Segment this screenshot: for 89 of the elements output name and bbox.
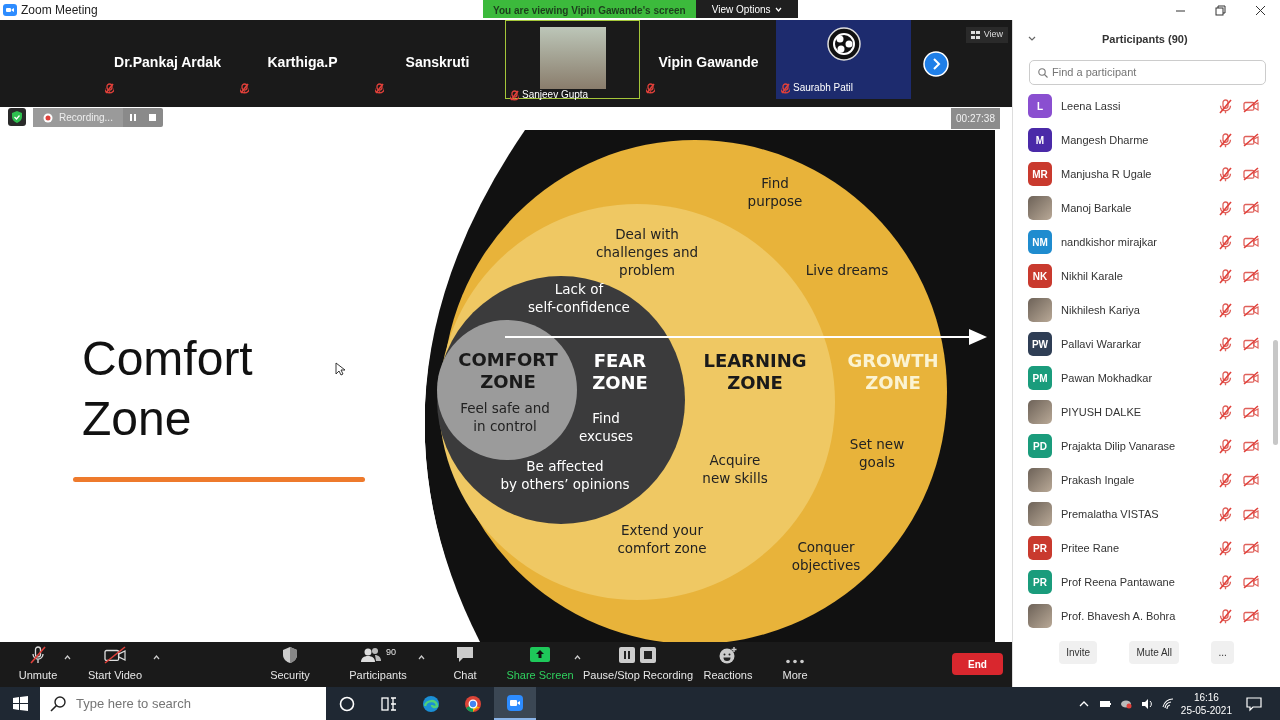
participant-name: Nikhil Karale [1061,268,1124,284]
diagram-note: Find purpose [747,175,803,209]
participant-name: Sanskruti [404,53,471,72]
diagram-note: Acquire new skills [702,452,768,486]
dots-toolbar-button[interactable]: More [770,657,820,687]
panel-button[interactable]: Mute All [1129,641,1180,664]
participant-count: 90 [386,645,396,659]
people-toolbar-button[interactable]: 90 Participants [338,644,418,687]
share-toolbar-button[interactable]: Share Screen [502,644,578,687]
participant-name: Pawan Mokhadkar [1061,370,1154,386]
participant-row[interactable]: PR Prof Reena Pantawane [1013,565,1280,599]
participant-row[interactable]: PIYUSH DALKE [1013,395,1280,429]
initials-avatar: M [1028,128,1052,152]
panel-button[interactable]: Invite [1059,641,1098,664]
participant-name: Mangesh Dharme [1061,132,1150,148]
diagram-note: Be affected by others’ opinions [500,458,630,492]
share-banner: You are viewing Vipin Gawande's screen [483,0,696,18]
record-toolbar-button[interactable]: Pause/Stop Recording [576,644,700,687]
participant-row[interactable]: NM nandkishor mirajkar [1013,225,1280,259]
slide-title: Comfort Zone [82,331,254,447]
participant-name: Manjusha R Ugale [1061,166,1153,182]
initials-avatar: PW [1028,332,1052,356]
participant-name: Pallavi Wararkar [1061,336,1143,352]
participant-name: Saurabh Patil [793,82,854,94]
participant-name: Prajakta Dilip Vanarase [1061,438,1177,454]
participant-name: Pritee Rane [1061,540,1121,556]
taskbar-date: 25-05-2021 [1180,703,1232,717]
initials-avatar: L [1028,94,1052,118]
participant-name: PIYUSH DALKE [1061,404,1143,420]
diagram-note: Conquer objectives [791,539,861,573]
participant-name: Dr.Pankaj Ardak [113,53,222,72]
diagram-note: Live dreams [805,262,889,278]
recording-label: Recording... [59,111,113,125]
chat-toolbar-button[interactable]: Chat [440,644,490,687]
participant-row[interactable]: Prakash Ingale [1013,463,1280,497]
diagram-note: Lack of self-confidence [528,281,630,315]
diagram-note: Extend your comfort zone [617,522,707,556]
participant-name: Vipin Gawande [657,53,760,72]
participant-row[interactable]: Nikhilesh Kariya [1013,293,1280,327]
view-button[interactable]: View [965,27,1008,43]
participant-row[interactable]: Premalatha VISTAS [1013,497,1280,531]
participant-name: Sanjeev Gupta [522,89,589,101]
participant-row[interactable]: PW Pallavi Wararkar [1013,327,1280,361]
meeting-timer: 00:27:38 [951,108,1000,129]
diagram-note: Feel safe and in control [460,400,550,434]
zone-label: LEARNING ZONE [703,350,807,393]
zone-label: COMFORT ZONE [458,349,558,392]
participant-row[interactable]: MR Manjusha R Ugale [1013,157,1280,191]
initials-avatar: PR [1028,536,1052,560]
initials-avatar: MR [1028,162,1052,186]
participant-row[interactable]: PD Prajakta Dilip Vanarase [1013,429,1280,463]
participant-name: Prof. Bhavesh A. Bohra [1061,608,1177,624]
diagram-note: Deal with challenges and problem [595,226,699,278]
initials-avatar: NK [1028,264,1052,288]
initials-avatar: PR [1028,570,1052,594]
view-options-button[interactable]: View Options [695,0,798,18]
participant-name: Manoj Barkale [1061,200,1133,216]
video-toolbar-button[interactable]: Start Video [73,644,157,687]
taskbar-search-box[interactable]: Type here to search [40,687,326,720]
window-title: Zoom Meeting [21,2,98,19]
initials-avatar: PM [1028,366,1052,390]
participant-name: Leena Lassi [1061,98,1122,114]
panel-title: Participants (90) [1102,31,1188,47]
participant-name: Nikhilesh Kariya [1061,302,1141,318]
participant-name: Prof Reena Pantawane [1061,574,1176,590]
diagram-note: Find excuses [578,410,634,444]
participant-name: nandkishor mirajkar [1061,234,1158,250]
participant-row[interactable]: L Leena Lassi [1013,89,1280,123]
end-button[interactable]: End [952,653,1003,675]
zone-label: GROWTH ZONE [847,350,939,393]
zone-label: FEAR ZONE [592,350,648,393]
taskbar-time: 16:16 [1192,690,1220,704]
mic-toolbar-button[interactable]: Unmute [8,644,68,687]
participant-row[interactable]: PM Pawan Mokhadkar [1013,361,1280,395]
participant-row[interactable]: M Mangesh Dharme [1013,123,1280,157]
shield-toolbar-button[interactable]: Security [260,644,320,687]
emoji-toolbar-button[interactable]: Reactions [698,644,758,687]
participant-row[interactable]: Manoj Barkale [1013,191,1280,225]
participant-row[interactable]: PR Pritee Rane [1013,531,1280,565]
panel-button[interactable]: ... [1211,641,1234,664]
participant-name: Prakash Ingale [1061,472,1136,488]
initials-avatar: NM [1028,230,1052,254]
participant-row[interactable]: Prof. Bhavesh A. Bohra [1013,599,1280,633]
participant-search-box[interactable]: Find a participant [1029,60,1266,85]
participant-name: Karthiga.P [266,53,339,72]
diagram-note: Set new goals [849,436,905,470]
initials-avatar: PD [1028,434,1052,458]
participant-row[interactable]: NK Nikhil Karale [1013,259,1280,293]
participant-name: Premalatha VISTAS [1061,506,1160,522]
